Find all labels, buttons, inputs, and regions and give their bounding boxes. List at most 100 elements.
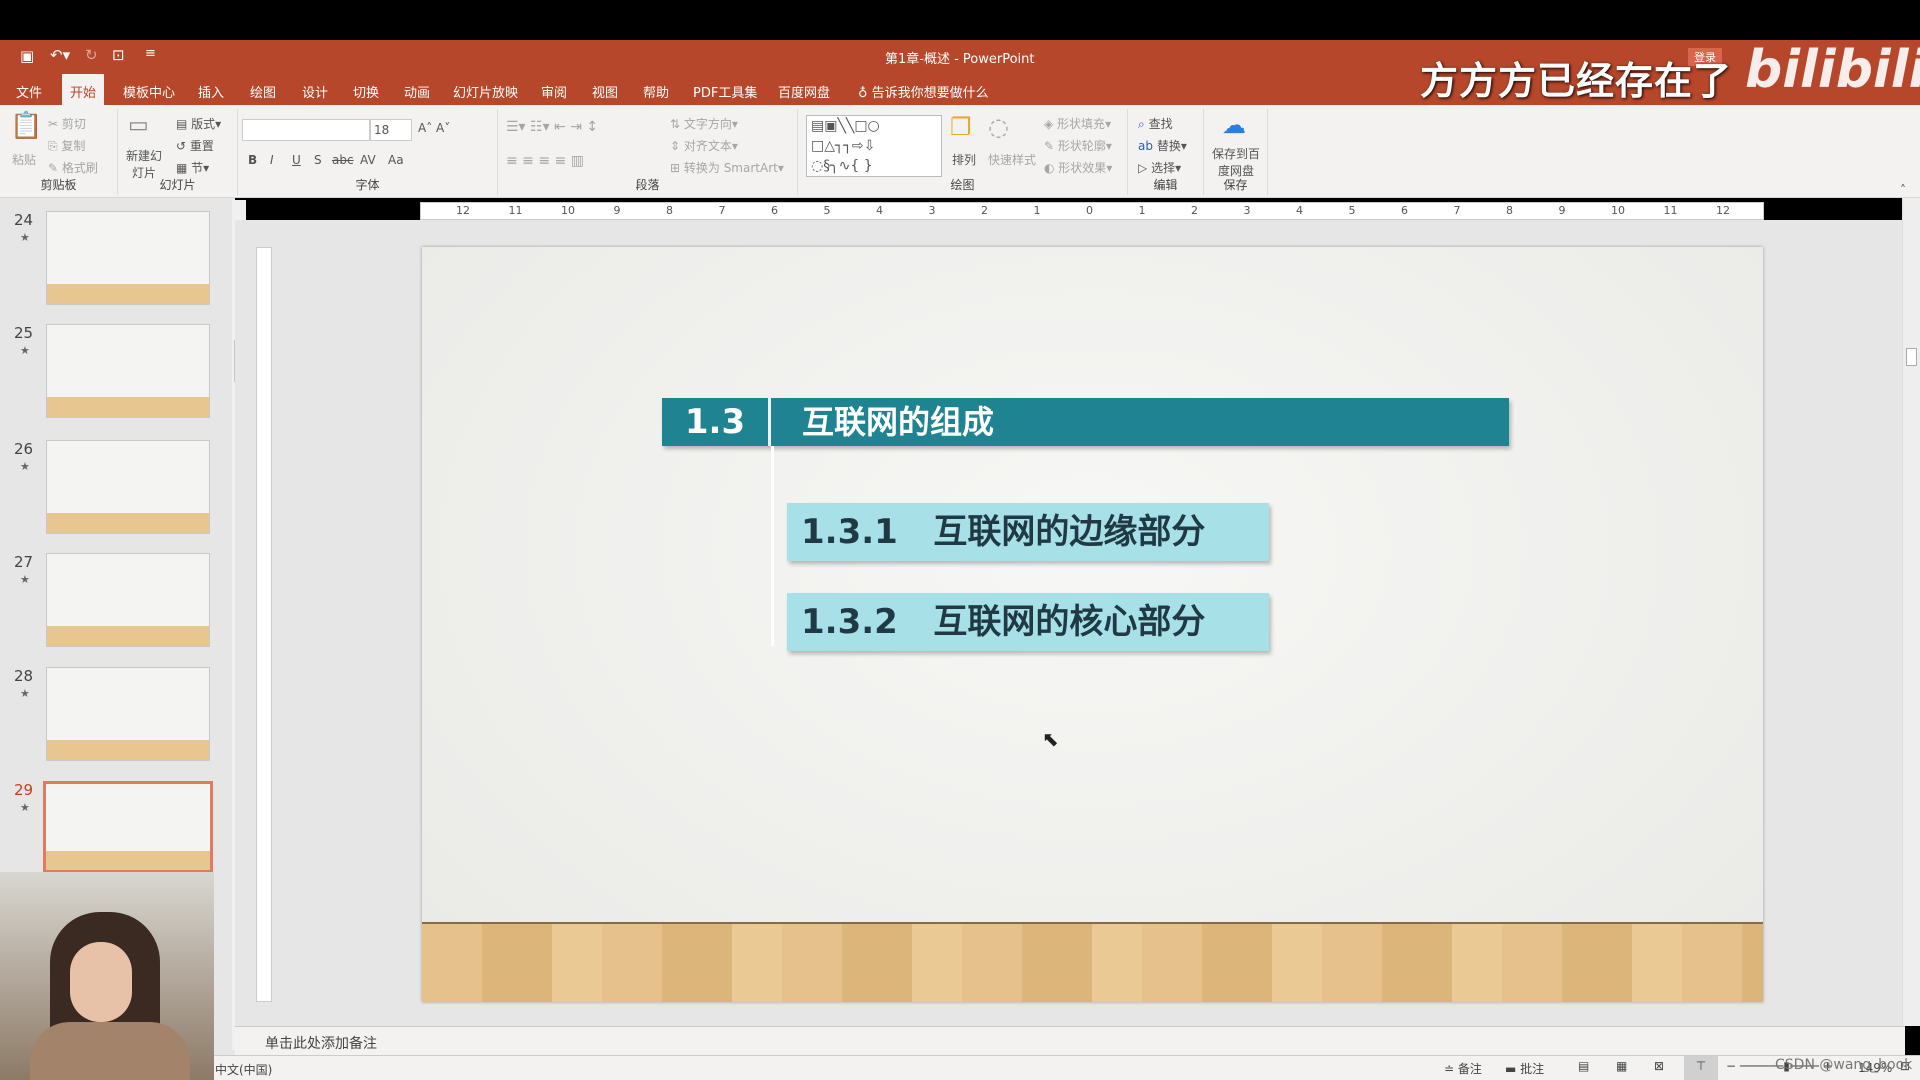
- select-button[interactable]: ▷ 选择▾: [1138, 159, 1181, 176]
- subsection-item[interactable]: 1.3.1 互联网的边缘部分: [787, 503, 1269, 561]
- slideshow-view-icon[interactable]: ⊤: [1684, 1056, 1718, 1080]
- new-slide-icon[interactable]: ▭: [128, 113, 149, 138]
- tab-file[interactable]: 文件: [8, 80, 50, 103]
- undo-icon[interactable]: ↶▾: [50, 46, 70, 64]
- tab-templates[interactable]: 模板中心: [115, 80, 183, 103]
- arrange-button[interactable]: 排列: [952, 151, 976, 168]
- tab-draw[interactable]: 绘图: [242, 80, 284, 103]
- language-status[interactable]: 中文(中国): [215, 1061, 272, 1078]
- font-name-input[interactable]: [242, 119, 370, 141]
- paste-button[interactable]: 粘贴: [12, 151, 36, 168]
- slide-thumbnail[interactable]: [43, 781, 213, 873]
- ruler-tick-label: 7: [718, 204, 726, 217]
- italic-button[interactable]: I: [270, 153, 274, 167]
- paste-icon[interactable]: 📋: [10, 111, 42, 141]
- present-icon[interactable]: ⊡: [112, 46, 125, 64]
- tab-transitions[interactable]: 切换: [345, 80, 387, 103]
- slides-label: 幻灯片: [159, 178, 196, 192]
- reset-button[interactable]: ↺ 重置: [176, 137, 214, 154]
- slide-thumbnail[interactable]: [46, 667, 210, 761]
- tab-design[interactable]: 设计: [294, 80, 336, 103]
- sorter-view-icon[interactable]: ▦: [1616, 1059, 1627, 1073]
- smartart-label: 转换为 SmartArt: [683, 161, 778, 175]
- bold-button[interactable]: B: [248, 153, 257, 167]
- arrange-icon[interactable]: ❐: [950, 113, 972, 141]
- slide-thumbnail[interactable]: [46, 211, 210, 305]
- reading-view-icon[interactable]: ⊠: [1654, 1059, 1664, 1073]
- font-label: 字体: [355, 178, 380, 192]
- ruler-tick-label: 6: [771, 204, 778, 217]
- align-text-button[interactable]: ⇕ 对齐文本▾: [670, 137, 738, 154]
- slide-thumbnail[interactable]: [46, 553, 210, 647]
- tab-baidu[interactable]: 百度网盘: [770, 80, 838, 103]
- redo-icon[interactable]: ↻: [85, 46, 98, 64]
- animation-star-icon: ★: [20, 687, 30, 700]
- notes-button[interactable]: ≐ 备注: [1444, 1060, 1482, 1077]
- notes-label: 备注: [1457, 1062, 1482, 1076]
- ruler-tick-label: 12: [456, 204, 470, 217]
- scroll-thumb[interactable]: [1906, 348, 1917, 366]
- cut-button[interactable]: ✂ 剪切: [48, 115, 86, 132]
- align-text-label: 对齐文本: [683, 139, 732, 153]
- copy-button[interactable]: ⎘ 复制: [48, 137, 85, 154]
- strikethrough-button[interactable]: abc: [332, 153, 354, 167]
- comments-button[interactable]: ▬ 批注: [1505, 1060, 1544, 1077]
- paragraph-label: 段落: [635, 178, 660, 192]
- ruler-tick-label: 8: [1506, 204, 1513, 217]
- slide-thumbnail[interactable]: [46, 440, 210, 534]
- save-baidu-button[interactable]: 保存到百度网盘: [1210, 145, 1262, 179]
- tell-me-search[interactable]: ♁ 告诉我你想要做什么: [850, 80, 997, 103]
- comments-label: 批注: [1520, 1062, 1545, 1076]
- customize-icon[interactable]: ≡: [145, 46, 156, 61]
- slide-thumbnail[interactable]: [46, 324, 210, 418]
- shape-fill-button[interactable]: ◈ 形状填充▾: [1044, 115, 1111, 132]
- grow-font-icon[interactable]: A˄ A˅: [418, 121, 450, 135]
- slide-canvas[interactable]: 1.3 互联网的组成 1.3.1 互联网的边缘部分 1.3.2 互联网的核心部分…: [422, 247, 1763, 1002]
- ruler-tick-label: 5: [823, 204, 831, 217]
- shape-outline-button[interactable]: ✎ 形状轮廓▾: [1044, 137, 1112, 154]
- animation-star-icon: ★: [20, 801, 30, 814]
- tab-view[interactable]: 视图: [584, 80, 626, 103]
- shapes-gallery[interactable]: ▤▣╲╲□○ □△┐┐⇨⇩ ◌§╮∿{ }: [806, 115, 942, 177]
- tab-slideshow[interactable]: 幻灯片放映: [445, 80, 526, 103]
- vertical-scrollbar[interactable]: [1902, 198, 1920, 1026]
- group-editing: ⌕ 查找 ab 替换▾ ▷ 选择▾ 编辑: [1128, 109, 1204, 195]
- divider-line: [771, 446, 774, 646]
- layout-button[interactable]: ▤ 版式▾: [176, 115, 221, 132]
- tab-pdf[interactable]: PDF工具集: [685, 80, 765, 103]
- font-size-input[interactable]: 18: [370, 119, 412, 141]
- shadow-button[interactable]: S: [314, 153, 322, 167]
- char-spacing-button[interactable]: AV: [360, 153, 376, 167]
- animation-star-icon: ★: [20, 460, 30, 473]
- tab-help[interactable]: 帮助: [635, 80, 677, 103]
- smartart-button[interactable]: ⊞ 转换为 SmartArt▾: [670, 159, 784, 176]
- section-button[interactable]: ▦ 节▾: [176, 159, 209, 176]
- quick-styles-button[interactable]: 快速样式: [988, 151, 1036, 168]
- list-icons[interactable]: ☰▾ ☷▾ ⇤ ⇥ ↕: [506, 119, 598, 135]
- save-icon[interactable]: ▣: [20, 47, 34, 65]
- replace-button[interactable]: ab 替换▾: [1138, 137, 1187, 154]
- tab-home[interactable]: 开始: [62, 74, 105, 105]
- change-case-button[interactable]: Aa: [388, 153, 404, 167]
- find-button[interactable]: ⌕ 查找: [1138, 115, 1173, 132]
- tab-review[interactable]: 审阅: [533, 80, 575, 103]
- ruler-tick-label: 4: [1296, 204, 1303, 217]
- tab-insert[interactable]: 插入: [190, 80, 232, 103]
- text-direction-button[interactable]: ⇅ 文字方向▾: [670, 115, 738, 132]
- ruler-tick-label: 7: [1453, 204, 1461, 217]
- underline-button[interactable]: U: [292, 153, 301, 167]
- collapse-ribbon-icon[interactable]: ˄: [1900, 183, 1906, 197]
- ruler-tick-label: 2: [981, 204, 988, 217]
- quick-styles-icon[interactable]: ◌: [988, 113, 1009, 141]
- ruler-tick-label: 8: [666, 204, 673, 217]
- format-painter-button[interactable]: ✎ 格式刷: [48, 159, 98, 176]
- tab-animations[interactable]: 动画: [396, 80, 438, 103]
- align-icons[interactable]: ≡ ≡ ≡ ≡ ▥: [506, 153, 584, 169]
- shape-effects-button[interactable]: ◐ 形状效果▾: [1044, 159, 1112, 176]
- subsection-item[interactable]: 1.3.2 互联网的核心部分: [787, 593, 1269, 651]
- normal-view-icon[interactable]: ▤: [1578, 1059, 1589, 1073]
- baidu-cloud-icon[interactable]: ☁: [1222, 111, 1246, 139]
- section-header-bar[interactable]: 1.3 互联网的组成: [662, 398, 1509, 446]
- notes-pane[interactable]: 单击此处添加备注: [235, 1026, 1905, 1055]
- ruler-tick-label: 3: [928, 204, 936, 217]
